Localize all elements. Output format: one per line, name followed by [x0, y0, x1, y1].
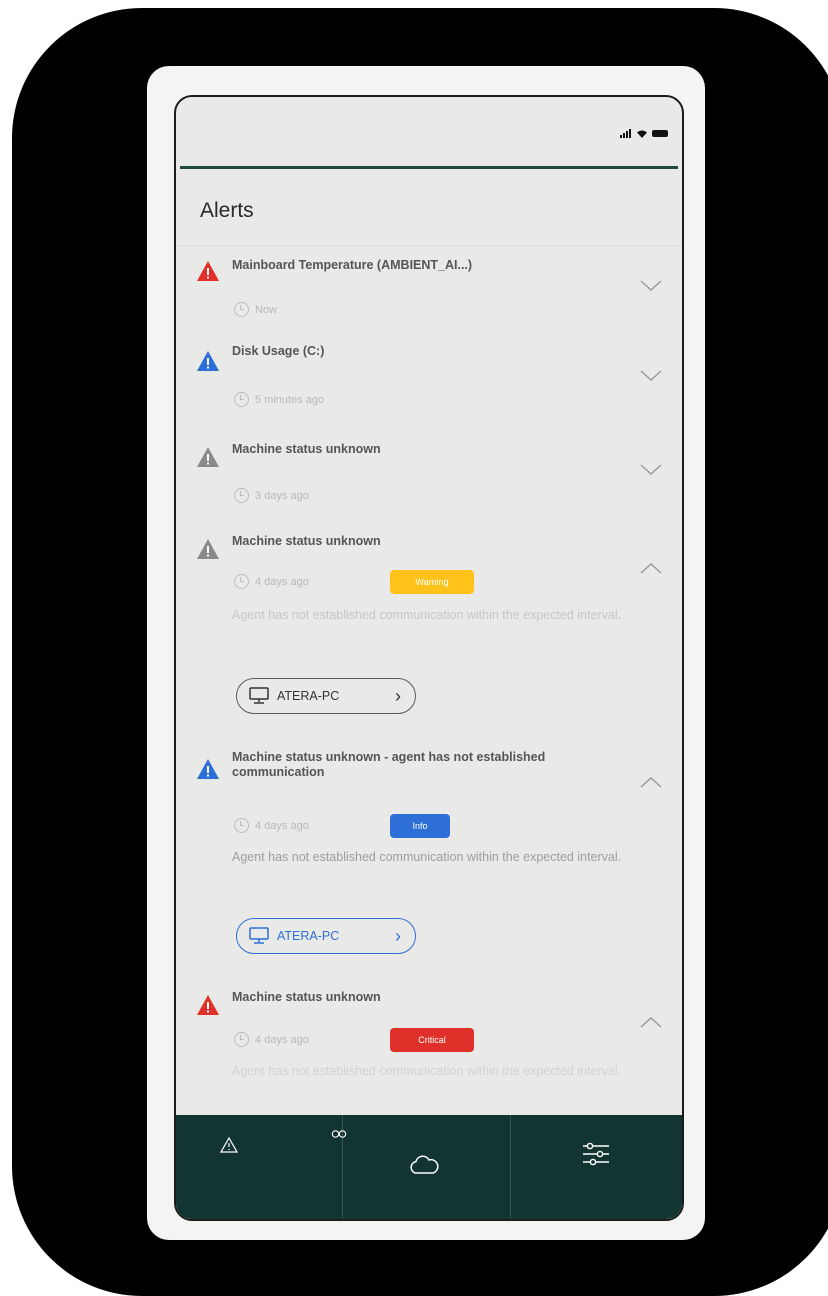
- battery-icon: [652, 130, 668, 137]
- clock-icon: [234, 574, 249, 589]
- alert-description: Agent has not established communication …: [232, 1064, 622, 1078]
- alert-item[interactable]: Machine status unknown - agent has not e…: [176, 740, 682, 976]
- infinity-icon: [331, 1130, 347, 1138]
- monitor-icon: [249, 687, 269, 704]
- signal-icon: [620, 129, 632, 138]
- info-alert-icon: [197, 759, 219, 779]
- device-link-button[interactable]: ATERA-PC ›: [236, 918, 416, 954]
- alert-item[interactable]: Machine status unknown 3 days ago: [176, 426, 682, 522]
- severity-badge: Critical: [390, 1028, 474, 1052]
- nav-settings[interactable]: [576, 1137, 616, 1173]
- alert-time-text: 3 days ago: [255, 489, 309, 502]
- chevron-down-icon[interactable]: [640, 370, 662, 382]
- unknown-alert-icon: [197, 539, 219, 559]
- unknown-alert-icon: [197, 447, 219, 467]
- chevron-right-icon: ›: [395, 925, 401, 946]
- alert-description: Agent has not established communication …: [232, 850, 622, 864]
- alert-title: Machine status unknown - agent has not e…: [232, 750, 546, 779]
- critical-alert-icon: [197, 261, 219, 281]
- wifi-icon: [637, 130, 647, 138]
- alert-title: Machine status unknown: [232, 990, 381, 1004]
- alert-item[interactable]: Machine status unknown 4 days ago Warnin…: [176, 522, 682, 740]
- clock-icon: [234, 1032, 249, 1047]
- alert-item[interactable]: Mainboard Temperature (AMBIENT_AI...) No…: [176, 246, 682, 336]
- device-name: ATERA-PC: [277, 689, 340, 703]
- alert-time: 4 days ago: [234, 574, 309, 589]
- severity-badge: Warning: [390, 570, 474, 594]
- page-title: Alerts: [200, 199, 254, 222]
- alert-time-text: 4 days ago: [255, 1033, 309, 1046]
- alert-title: Machine status unknown: [232, 442, 381, 456]
- clock-icon: [234, 488, 249, 503]
- device-name: ATERA-PC: [277, 929, 340, 943]
- alert-title: Machine status unknown: [232, 534, 381, 548]
- nav-divider: [510, 1115, 511, 1219]
- alert-time: 4 days ago: [234, 818, 309, 833]
- nav-alerts[interactable]: [216, 1133, 242, 1157]
- alert-title: Disk Usage (C:): [232, 344, 325, 358]
- status-bar: [176, 97, 682, 167]
- info-alert-icon: [197, 351, 219, 371]
- alert-time-text: 4 days ago: [255, 819, 309, 832]
- monitor-icon: [249, 927, 269, 944]
- bottom-nav: [176, 1115, 682, 1219]
- alert-time-text: Now: [255, 303, 278, 316]
- chevron-up-icon[interactable]: [640, 562, 662, 574]
- alert-time: 4 days ago: [234, 1032, 309, 1047]
- alert-description: Agent has not established communication …: [232, 608, 622, 622]
- status-icons: [620, 129, 668, 138]
- sliders-icon: [583, 1142, 609, 1166]
- chevron-up-icon[interactable]: [640, 1016, 662, 1028]
- alert-time: Now: [234, 302, 277, 317]
- nav-cloud[interactable]: [404, 1151, 444, 1179]
- phone-screen: Alerts Mainboard Temperature (AMBIENT_AI…: [174, 95, 684, 1221]
- clock-icon: [234, 818, 249, 833]
- clock-icon: [234, 302, 249, 317]
- alert-time-text: 4 days ago: [255, 575, 309, 588]
- nav-integrations[interactable]: [326, 1125, 352, 1143]
- device-link-button[interactable]: ATERA-PC ›: [236, 678, 416, 714]
- alert-time-text: 5 minutes ago: [255, 393, 325, 406]
- alert-triangle-icon: [220, 1137, 238, 1153]
- alert-title: Mainboard Temperature (AMBIENT_AI...): [232, 258, 473, 272]
- chevron-down-icon[interactable]: [640, 464, 662, 476]
- clock-icon: [234, 392, 249, 407]
- alert-item[interactable]: Disk Usage (C:) 5 minutes ago: [176, 336, 682, 426]
- cloud-icon: [410, 1155, 439, 1174]
- chevron-up-icon[interactable]: [640, 776, 662, 788]
- chevron-right-icon: ›: [395, 685, 401, 706]
- page-header: Alerts: [176, 169, 682, 246]
- severity-badge: Info: [390, 814, 450, 838]
- chevron-down-icon[interactable]: [640, 280, 662, 292]
- critical-alert-icon: [197, 995, 219, 1015]
- alert-item[interactable]: Machine status unknown 4 days ago Critic…: [176, 976, 682, 1116]
- alert-time: 3 days ago: [234, 488, 309, 503]
- alert-time: 5 minutes ago: [234, 392, 324, 407]
